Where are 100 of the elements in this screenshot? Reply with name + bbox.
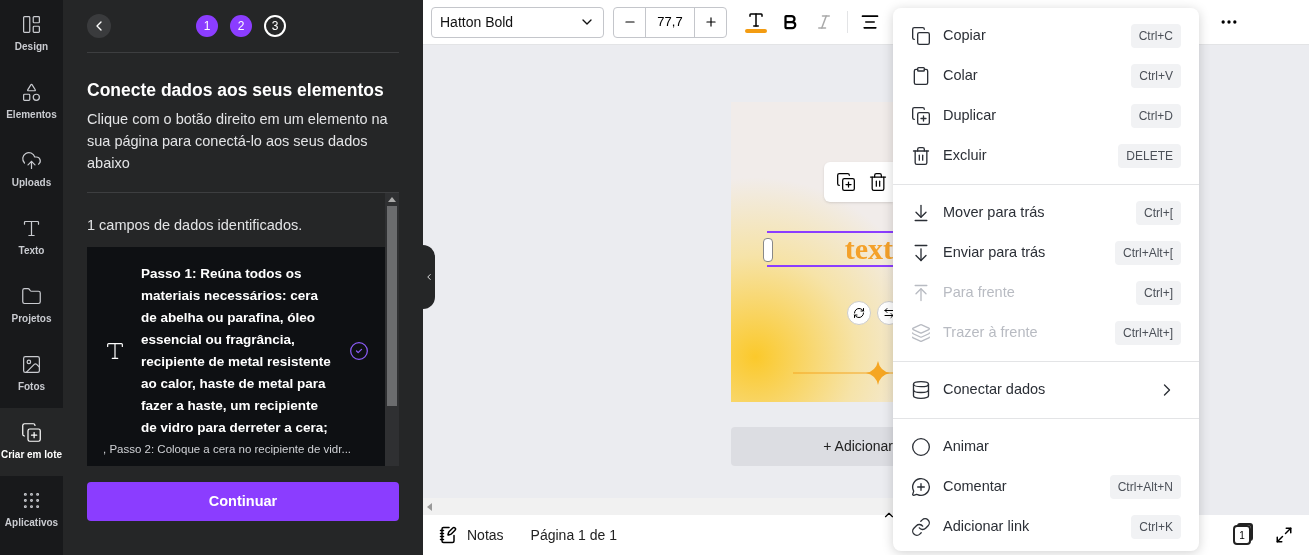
menu-item-label: Copiar <box>943 26 987 46</box>
collapse-handle[interactable] <box>423 245 435 309</box>
clipboard-icon <box>911 66 931 86</box>
rail-item[interactable]: Projetos <box>0 272 63 340</box>
layers-icon <box>911 323 931 343</box>
menu-item[interactable]: Mover para trás Ctrl+[ <box>893 193 1199 233</box>
field-next-line: , Passo 2: Coloque a cera no recipiente de vidr... <box>103 441 353 457</box>
menu-item[interactable]: Enviar para trás Ctrl+Alt+[ <box>893 233 1199 273</box>
menu-item-label: Enviar para trás <box>943 243 1047 263</box>
rotate-button[interactable] <box>847 301 871 325</box>
menu-item[interactable]: Comentar Ctrl+Alt+N <box>893 467 1199 507</box>
add-page-button[interactable]: + Adicionar <box>731 427 893 466</box>
menu-item-label: Excluir <box>943 146 988 166</box>
menu-item-label: Comentar <box>943 477 1008 497</box>
fullscreen-icon[interactable] <box>1275 526 1293 544</box>
font-dropdown[interactable]: Hatton Bold <box>431 6 604 38</box>
plus-icon <box>703 15 718 29</box>
back-button[interactable] <box>87 14 111 38</box>
panel-description: Clique com o botão direito em um elemento na sua página para conectá-lo aos seus dados abaixo <box>87 110 389 173</box>
trash-icon[interactable] <box>868 172 888 192</box>
scroll-up-icon[interactable] <box>388 197 396 202</box>
shortcut-badge: Ctrl+Alt+[ <box>1115 241 1181 265</box>
shortcut-badge: Ctrl+] <box>1136 281 1181 305</box>
copy-icon <box>911 26 931 46</box>
rail-item[interactable]: Criar em lote <box>0 408 63 476</box>
menu-item[interactable]: Adicionar link Ctrl+K <box>893 507 1199 547</box>
fields-count: 1 campos de dados identificados. <box>87 216 304 235</box>
duplicate-icon[interactable] <box>836 172 856 192</box>
chevron-left-icon <box>424 272 434 282</box>
menu-item-label: Animar <box>943 437 990 457</box>
bold-icon[interactable] <box>781 13 799 31</box>
shortcut-badge: Ctrl+D <box>1130 104 1181 128</box>
continue-button[interactable]: Continuar <box>87 482 399 521</box>
menu-item[interactable]: Excluir DELETE <box>893 136 1199 176</box>
align-center-icon[interactable] <box>860 12 880 32</box>
shortcut-badge: Ctrl+K <box>1131 515 1181 539</box>
rail-item-label: Projetos <box>11 312 52 326</box>
database-icon <box>911 380 931 400</box>
scrollbar-thumb[interactable] <box>387 206 397 406</box>
resize-handle[interactable] <box>763 238 773 262</box>
folder-icon <box>21 286 42 307</box>
field-card[interactable] <box>87 246 385 466</box>
shortcut-badge: Ctrl+C <box>1130 24 1181 48</box>
rail-item-label: Texto <box>18 244 45 258</box>
rail-item-label: Aplicativos <box>4 516 59 530</box>
menu-item-label: Adicionar link <box>943 517 1031 537</box>
rail-item-label: Uploads <box>11 176 52 190</box>
menu-item[interactable]: Animar <box>893 427 1199 467</box>
rail-item[interactable]: Texto <box>0 204 63 272</box>
menu-item-label: Trazer à frente <box>943 323 1039 343</box>
shortcut-badge: Ctrl+Alt+N <box>1109 475 1181 499</box>
text-icon <box>21 218 42 239</box>
shortcut-badge: Ctrl+Alt+] <box>1115 321 1181 345</box>
menu-item-label: Duplicar <box>943 106 998 126</box>
menu-item-label: Conectar dados <box>943 380 1047 400</box>
link-icon <box>911 517 931 537</box>
rail-item[interactable]: Fotos <box>0 340 63 408</box>
step-indicator: 3 <box>264 15 286 37</box>
trash-icon <box>911 146 931 166</box>
rail-item-label: Design <box>14 40 49 54</box>
shortcut-badge: Ctrl+[ <box>1136 201 1181 225</box>
cloud-upload-icon <box>21 150 42 171</box>
font-size-field[interactable]: 77,7 <box>646 12 694 32</box>
duplicate-icon <box>911 106 931 126</box>
page-text: text <box>844 234 893 264</box>
rail-item[interactable]: Uploads <box>0 136 63 204</box>
copy-plus-icon <box>21 422 42 443</box>
menu-item-label: Colar <box>943 66 979 86</box>
rail-item-label: Elementos <box>6 108 57 122</box>
shortcut-badge: DELETE <box>1118 144 1181 168</box>
rail-item[interactable]: Aplicativos <box>0 476 63 544</box>
shortcut-badge: Ctrl+V <box>1131 64 1181 88</box>
rail-item-label: Fotos <box>17 380 46 394</box>
image-icon <box>21 354 42 375</box>
menu-item[interactable]: Duplicar Ctrl+D <box>893 96 1199 136</box>
pages-button[interactable]: 1 <box>1233 525 1251 545</box>
move-icon <box>883 307 893 319</box>
comment-plus-icon <box>911 477 931 497</box>
text-color-button[interactable] <box>743 11 769 33</box>
page-indicator: Página 1 de 1 <box>530 525 617 545</box>
menu-item[interactable]: Copiar Ctrl+C <box>893 16 1199 56</box>
menu-item-label: Para frente <box>943 283 1016 303</box>
field-text: Passo 1: Reúna todos os materiais necessários: cera de abelha ou parafina, óleo essencial ou fragrância, recipiente de metal resistente ao calor, haste de metal para fazer a haste, um recipiente de vidro para derreter a cera; <box>141 264 332 437</box>
rail-item[interactable]: Elementos <box>0 68 63 136</box>
letter-icon <box>747 11 765 29</box>
rail-item[interactable]: Design <box>0 0 63 68</box>
step-indicator: 2 <box>230 15 252 37</box>
rotate-icon <box>853 307 865 319</box>
step-indicator: 1 <box>196 15 218 37</box>
menu-item[interactable]: Colar Ctrl+V <box>893 56 1199 96</box>
panel-heading: Conecte dados aos seus elementos <box>87 79 385 102</box>
rail-item-label: Criar em lote <box>0 448 63 462</box>
shapes-icon <box>21 82 42 103</box>
circles-icon <box>911 437 931 457</box>
menu-item-label: Mover para trás <box>943 203 1046 223</box>
notes-icon[interactable] <box>439 526 457 544</box>
menu-item[interactable]: Conectar dados <box>893 370 1199 410</box>
layout-icon <box>21 14 42 35</box>
notes-label[interactable]: Notas <box>467 524 504 546</box>
grid-icon <box>21 490 42 511</box>
